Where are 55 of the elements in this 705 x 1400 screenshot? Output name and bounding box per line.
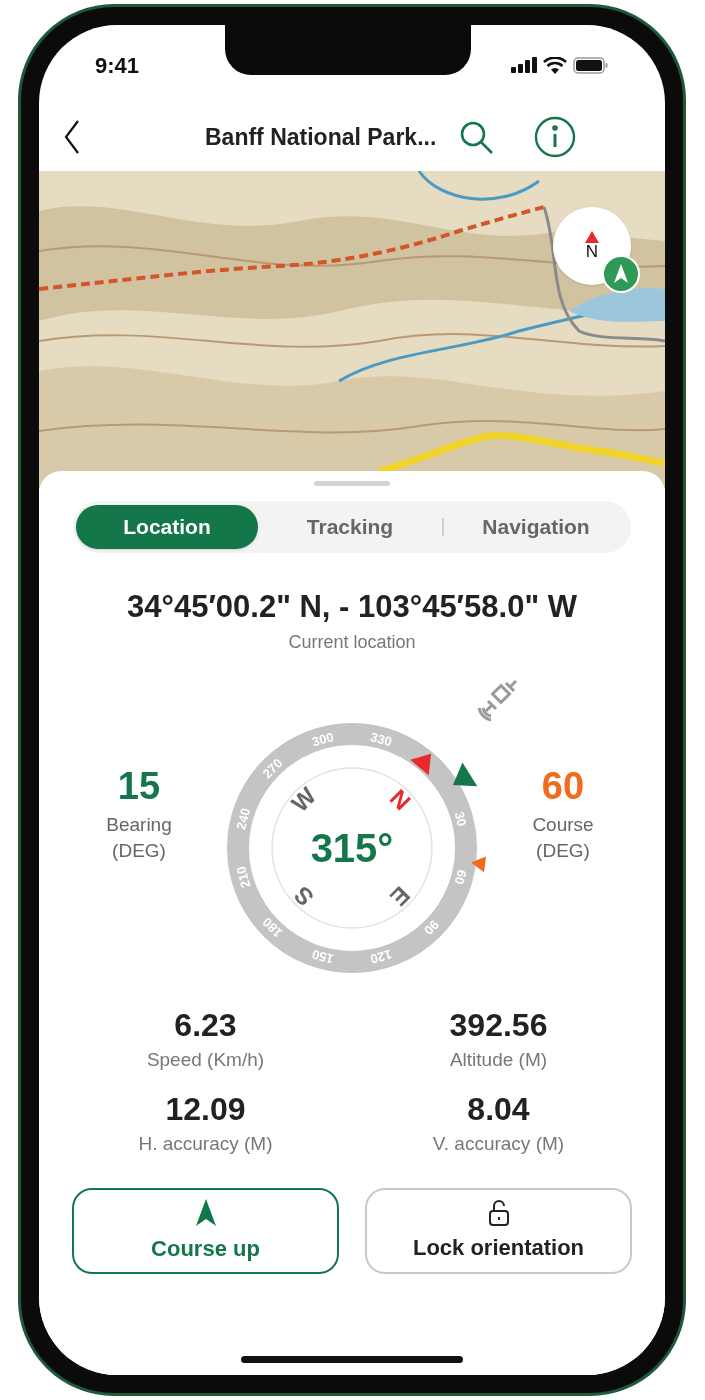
dial-label: 90 [421, 917, 442, 938]
sheet-handle[interactable] [314, 481, 390, 486]
course-label: Course [532, 813, 594, 837]
tab[interactable]: Navigation [444, 505, 628, 549]
dial-label: 120 [368, 946, 394, 967]
bearing-unit: (DEG) [112, 839, 166, 863]
bearing-value: 15 [117, 764, 161, 808]
cardinal-label: S [288, 881, 319, 912]
signal-icon [511, 57, 537, 73]
dial-label: 60 [451, 868, 470, 887]
status-time: 9:41 [95, 51, 140, 80]
stat-value: 6.23 [174, 1006, 237, 1044]
search-icon [458, 119, 495, 155]
header-title: Banff National Park... [205, 122, 437, 152]
navigation-arrow-icon [194, 1197, 217, 1228]
stat-label: Speed (Km/h) [146, 1048, 265, 1072]
bearing-marker-icon [452, 762, 478, 787]
north-marker-icon [410, 753, 432, 776]
info-button[interactable] [534, 116, 577, 158]
coordinates: 34°45′00.2" N, - 103°45′58.0" W [127, 589, 577, 625]
unlocked-padlock-icon [487, 1198, 510, 1227]
stat-value: 12.09 [165, 1090, 246, 1128]
info-icon [534, 116, 577, 158]
wifi-icon [543, 56, 567, 74]
stat-value: 8.04 [467, 1090, 530, 1128]
battery-icon [573, 56, 609, 74]
dial-label: 330 [368, 729, 394, 750]
navigation-arrow-icon [614, 264, 628, 284]
dial-label: 150 [310, 946, 336, 967]
course-unit: (DEG) [536, 839, 590, 863]
lock-orientation-button[interactable]: Lock orientation [365, 1188, 632, 1274]
dial-label: 300 [310, 729, 336, 750]
dial-label: 180 [259, 914, 286, 941]
cardinal-label: W [286, 782, 322, 818]
map-compass-label: N [585, 243, 599, 261]
back-chevron-icon [64, 120, 80, 154]
course-value: 60 [541, 764, 585, 808]
stat-label: V. accuracy (M) [432, 1132, 565, 1156]
dial-label: 240 [233, 806, 254, 832]
stat-label: Altitude (M) [449, 1048, 548, 1072]
bearing-label: Bearing [106, 813, 172, 837]
tab[interactable]: Tracking [258, 505, 442, 549]
dial-label: 30 [451, 809, 470, 828]
course-up-button[interactable]: Course up [72, 1188, 339, 1274]
stat-label: H. accuracy (M) [138, 1132, 273, 1156]
stat-value: 392.56 [449, 1006, 548, 1044]
cardinal-label: N [384, 783, 417, 816]
course-marker-icon [471, 856, 486, 873]
heading-value: 315° [309, 825, 395, 872]
cardinal-label: E [385, 881, 416, 912]
dial-label: 270 [259, 755, 286, 782]
tab[interactable]: Location [76, 505, 258, 549]
coordinates-caption: Current location [288, 631, 416, 654]
dial-label: 210 [233, 864, 254, 890]
north-arrow-icon [585, 231, 599, 243]
